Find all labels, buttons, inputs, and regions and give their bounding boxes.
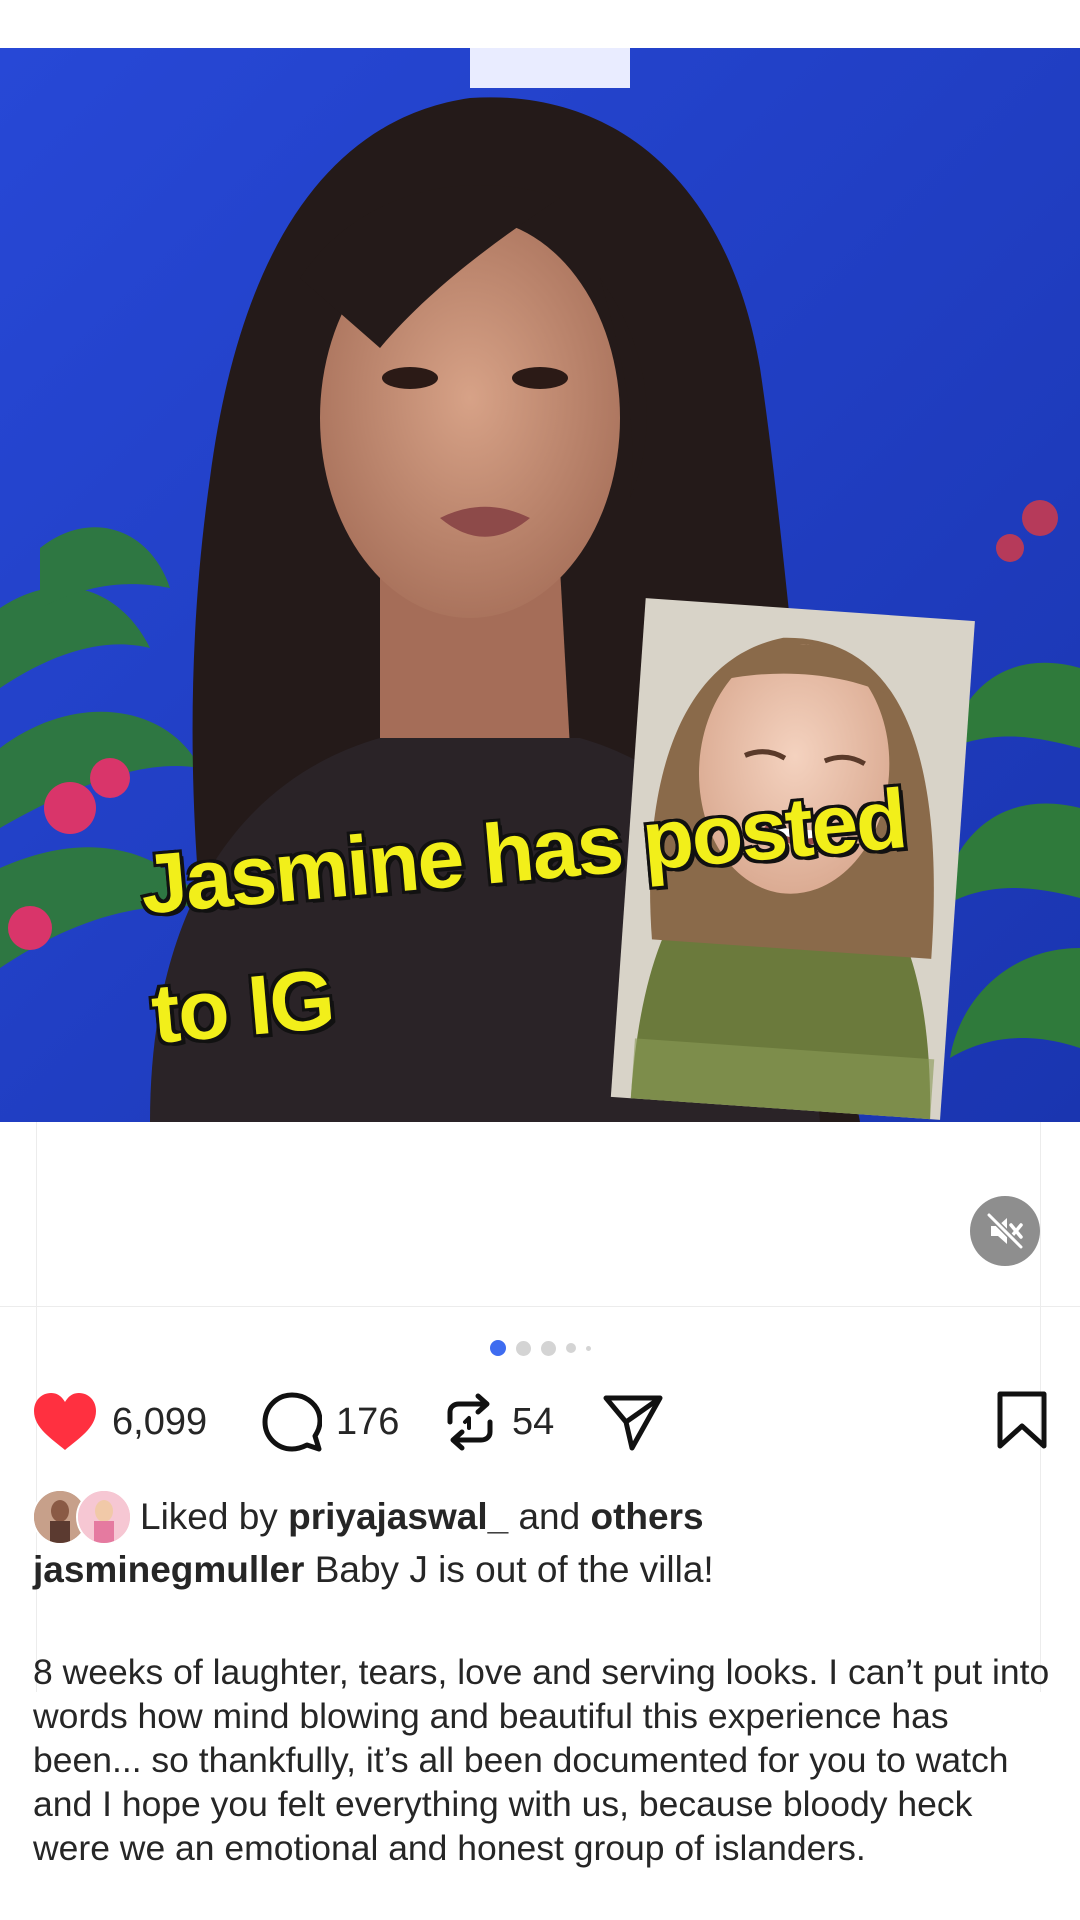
top-whitespace (0, 0, 1080, 48)
speaker-muted-icon (986, 1212, 1024, 1250)
carousel-indicator (0, 1338, 1080, 1358)
caption-headline-row: jasminegmuller Baby J is out of the vill… (33, 1548, 1053, 1592)
liked-by-others[interactable]: others (590, 1496, 703, 1538)
liked-by-user[interactable]: priyajaswal_ (288, 1496, 508, 1538)
caption-username[interactable]: jasminegmuller (33, 1549, 304, 1590)
liked-by-prefix: Liked by (140, 1496, 278, 1537)
action-bar: 6,099 176 54 (32, 1390, 1048, 1454)
carousel-dot (585, 1345, 591, 1351)
comment-bubble-icon[interactable] (262, 1392, 322, 1452)
save-group (996, 1390, 1048, 1455)
carousel-dot (565, 1343, 576, 1353)
comments-count[interactable]: 176 (336, 1401, 399, 1444)
carousel-dot-active (489, 1340, 506, 1356)
heart-filled-icon[interactable] (32, 1392, 98, 1452)
reposts-count[interactable]: 54 (512, 1401, 554, 1444)
mute-button[interactable] (970, 1196, 1040, 1266)
avatar (76, 1489, 132, 1545)
carousel-dot (515, 1340, 531, 1356)
caption-headline: Baby J is out of the villa! (314, 1549, 714, 1590)
likes-count[interactable]: 6,099 (112, 1401, 207, 1444)
share-group (602, 1390, 664, 1454)
repost-group: 54 (442, 1390, 554, 1454)
liked-by-connector: and (518, 1496, 581, 1537)
bookmark-icon[interactable] (996, 1390, 1048, 1450)
liked-by-row[interactable]: Liked by priyajaswal_ and others (32, 1488, 704, 1546)
caption-body[interactable]: 8 weeks of laughter, tears, love and ser… (33, 1650, 1053, 1870)
repost-icon[interactable] (442, 1392, 498, 1452)
divider (0, 1306, 1080, 1307)
comment-group: 176 (262, 1390, 399, 1454)
paper-plane-icon[interactable] (602, 1392, 664, 1452)
liker-avatars (32, 1489, 132, 1545)
carousel-dot (540, 1340, 556, 1356)
like-group: 6,099 (32, 1390, 207, 1454)
